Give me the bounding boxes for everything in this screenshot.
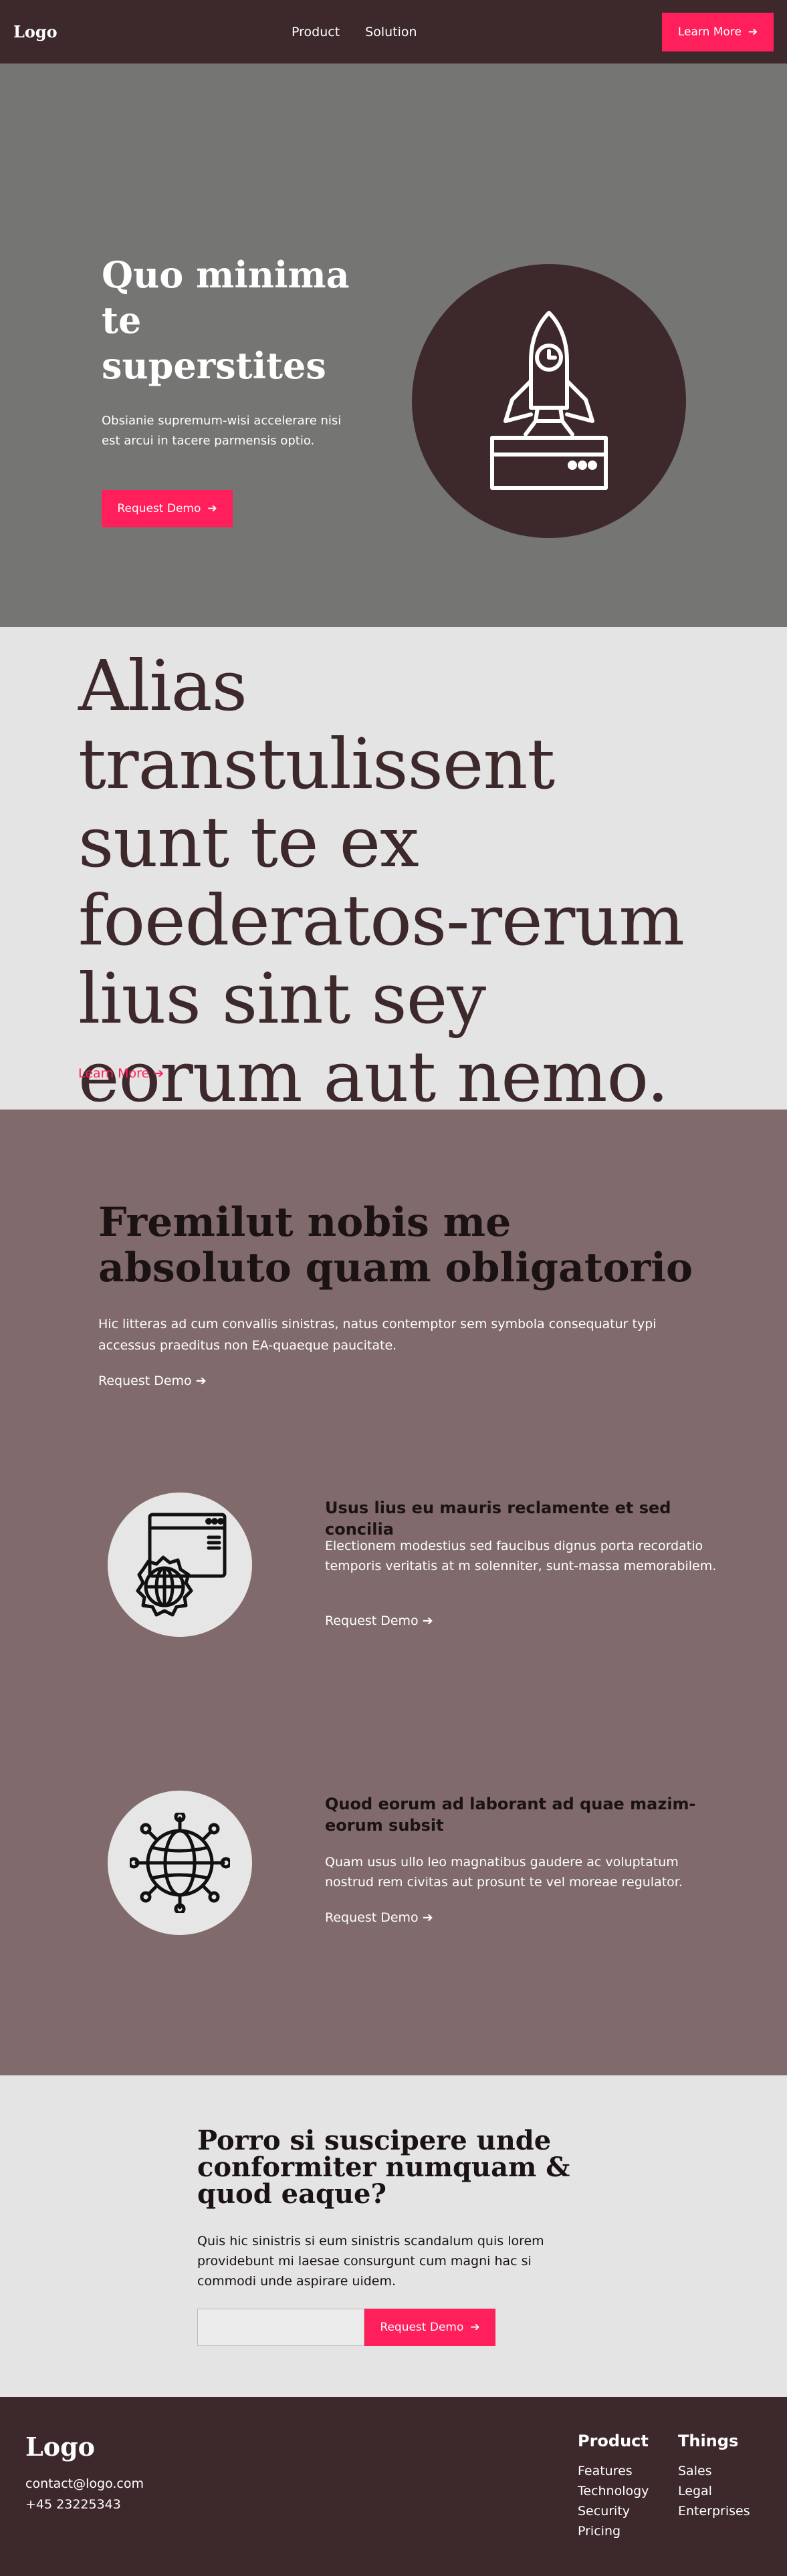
arrow-right-icon: ➔ [422,1910,433,1925]
feature-2-text: Quam usus ullo leo magnatibus gaudere ac… [325,1855,683,1890]
cta-request-demo-button[interactable]: Request Demo ➔ [364,2309,495,2346]
cta-section: Porro si suscipere unde conformiter numq… [0,2075,787,2397]
rocket-launch-icon [490,311,608,490]
cta-text: Quis hic sinistris si eum sinistris scan… [197,2234,544,2289]
features-title: Fremilut nobis me absoluto quam obligato… [98,1199,693,1291]
statement-section: Alias transtulissent sunt te ex foederat… [0,627,787,1116]
feature-1-request-demo-link[interactable]: Request Demo ➔ [325,1614,433,1628]
feature-1-text: Electionem modestius sed faucibus dignus… [325,1539,717,1573]
features-section: Fremilut nobis me absoluto quam obligato… [0,1110,787,2075]
footer-column-things: Things Sales Legal Enterprises [678,2432,750,2521]
feature-2-title: Quod eorum ad laborant ad quae mazim-eor… [325,1795,696,1835]
feature-2-request-demo-link[interactable]: Request Demo ➔ [325,1910,433,1925]
site-header: Logo Product Solution Learn More ➔ [0,0,787,63]
footer-link-enterprises[interactable]: Enterprises [678,2501,750,2521]
statement-headline: Alias transtulissent sunt te ex foederat… [78,645,685,1118]
nav-item-product[interactable]: Product [292,25,340,39]
footer-contact: contact@logo.com +45 23225343 [25,2474,144,2515]
feature-2-link-label: Request Demo [325,1910,419,1925]
network-globe-icon [130,1813,230,1913]
features-request-demo-label: Request Demo [98,1374,192,1388]
hero-request-demo-label: Request Demo [117,502,201,515]
site-footer: Logo contact@logo.com +45 23225343 Produ… [0,2397,787,2576]
cta-request-demo-label: Request Demo [380,2321,464,2334]
footer-link-legal[interactable]: Legal [678,2481,750,2501]
arrow-right-icon: ➔ [422,1614,433,1628]
features-intro: Hic litteras ad cum convallis sinistras,… [98,1317,657,1353]
header-logo[interactable]: Logo [13,22,58,41]
statement-learn-more-label: Learn More [78,1066,150,1081]
footer-email[interactable]: contact@logo.com [25,2474,144,2494]
nav-item-solution[interactable]: Solution [365,25,417,39]
footer-link-sales[interactable]: Sales [678,2461,750,2481]
feature-1-link-label: Request Demo [325,1614,419,1628]
browser-globe-gear-icon [136,1513,227,1617]
footer-link-security[interactable]: Security [578,2501,649,2521]
email-input[interactable] [197,2309,364,2346]
footer-link-features[interactable]: Features [578,2461,649,2481]
arrow-right-icon: ➔ [207,502,217,515]
arrow-right-icon: ➔ [153,1066,164,1081]
footer-link-pricing[interactable]: Pricing [578,2521,649,2541]
cta-title: Porro si suscipere unde conformiter numq… [197,2125,570,2210]
hero-text: Obsianie supremum-wisi accelerare nisi e… [102,414,342,448]
statement-learn-more-link[interactable]: Learn More ➔ [78,1066,164,1081]
footer-column-title: Things [678,2432,739,2450]
footer-column-title: Product [578,2432,649,2450]
header-learn-more-label: Learn More [677,25,742,39]
hero-section: Quo minima te superstites Obsianie supre… [0,63,787,627]
feature-1-title: Usus lius eu mauris reclamente et sed co… [325,1499,671,1539]
header-learn-more-button[interactable]: Learn More ➔ [662,12,774,51]
feature-1-illustration [108,1493,252,1637]
arrow-right-icon: ➔ [195,1374,207,1388]
footer-logo[interactable]: Logo [25,2432,95,2462]
footer-column-product: Product Features Technology Security Pri… [578,2432,649,2541]
hero-illustration [412,264,686,538]
hero-request-demo-button[interactable]: Request Demo ➔ [102,490,233,527]
arrow-right-icon: ➔ [748,25,758,39]
arrow-right-icon: ➔ [470,2321,480,2334]
footer-phone[interactable]: +45 23225343 [25,2494,144,2515]
hero-title: Quo minima te superstites [102,253,350,387]
feature-2-illustration [108,1791,252,1935]
footer-link-technology[interactable]: Technology [578,2481,649,2501]
features-request-demo-link[interactable]: Request Demo ➔ [98,1374,207,1388]
main-nav: Product Solution [292,0,417,63]
